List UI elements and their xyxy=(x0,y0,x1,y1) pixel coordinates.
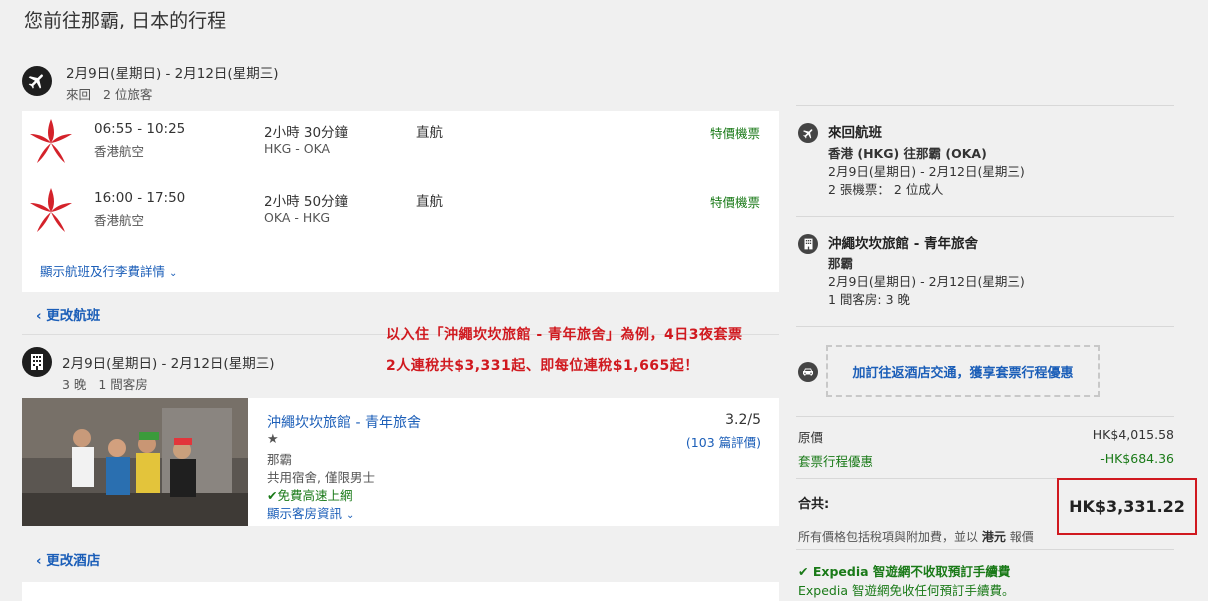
flight-dates: 2月9日(星期日) - 2月12日(星期三) xyxy=(66,66,279,82)
change-flight-label: 更改航班 xyxy=(46,308,101,324)
total-price: HK$3,331.22 xyxy=(1069,497,1185,516)
room-info-label: 顯示客房資訊 xyxy=(267,506,343,521)
divider xyxy=(796,216,1174,217)
chevron-left-icon: ‹ xyxy=(36,553,42,569)
original-price-value: HK$4,015.58 xyxy=(1092,427,1174,442)
flight-stops: 直航 xyxy=(416,194,443,210)
flight-route: HKG - OKA xyxy=(264,141,331,156)
total-label: 合共: xyxy=(798,497,830,512)
car-icon xyxy=(798,362,818,382)
sidebar-flight-tickets: 2 張機票： 2 位成人 xyxy=(828,182,944,197)
room-info-link[interactable]: 顯示客房資訊 ⌄ xyxy=(267,503,354,522)
hotel-photo[interactable] xyxy=(22,398,248,526)
next-card-edge xyxy=(22,582,779,601)
sidebar-flight-route: 香港 (HKG) 往那霸 (OKA) xyxy=(828,146,987,161)
hong-kong-airlines-logo xyxy=(30,119,72,163)
tax-note-text: 所有價格包括稅項與附加費，並以 xyxy=(798,530,979,544)
original-price-row: 原價 HK$4,015.58 xyxy=(798,427,1174,446)
airline-name: 香港航空 xyxy=(94,213,145,228)
currency-label: 港元 xyxy=(981,530,1006,544)
divider xyxy=(796,549,1174,550)
flight-row[interactable]: 16:00 - 17:50 香港航空 2小時 50分鐘 OKA - HKG 直航… xyxy=(22,186,778,246)
hotel-building-icon xyxy=(798,234,818,254)
hotel-dates: 2月9日(星期日) - 2月12日(星期三) xyxy=(62,356,275,372)
divider xyxy=(796,326,1174,327)
flight-summary: 來回 2 位旅客 xyxy=(66,84,152,103)
guest-rating: 3.2/5 xyxy=(725,412,761,428)
traveler-count: 2 位旅客 xyxy=(102,87,153,102)
discount-label: 套票行程優惠 xyxy=(798,454,874,469)
hotel-building-icon xyxy=(22,347,52,377)
deal-badge: 特價機票 xyxy=(709,195,760,210)
wifi-label: 免費高速上網 xyxy=(277,488,353,503)
flight-stops: 直航 xyxy=(416,125,443,141)
sidebar-hotel-title: 沖繩坎坎旅館 - 青年旅舍 xyxy=(828,236,979,252)
room-type: 共用宿舍, 僅限男士 xyxy=(267,470,375,485)
no-fee-note: Expedia 智遊網免收任何預訂手續費。 xyxy=(798,583,1015,598)
sidebar-flight-title: 來回航班 xyxy=(828,125,882,141)
flight-time: 16:00 - 17:50 xyxy=(94,190,186,206)
page-title: 您前往那霸, 日本的行程 xyxy=(24,10,227,32)
sidebar-hotel-city: 那霸 xyxy=(828,256,854,271)
divider xyxy=(796,105,1174,106)
flight-duration: 2小時 50分鐘 xyxy=(264,194,349,210)
airplane-icon xyxy=(22,66,52,96)
reviews-link[interactable]: (103 篇評價) xyxy=(686,432,761,451)
divider xyxy=(796,416,1174,417)
flight-time: 06:55 - 10:25 xyxy=(94,121,186,137)
airline-name: 香港航空 xyxy=(94,144,145,159)
deal-badge: 特價機票 xyxy=(709,126,760,141)
flight-details-label: 顯示航班及行李費詳情 xyxy=(40,264,166,279)
add-transfer-button[interactable]: 加訂往返酒店交通，獲享套票行程優惠 xyxy=(826,345,1100,397)
flight-row[interactable]: 06:55 - 10:25 香港航空 2小時 30分鐘 HKG - OKA 直航… xyxy=(22,117,778,177)
add-transfer-label: 加訂往返酒店交通，獲享套票行程優惠 xyxy=(852,365,1074,381)
tax-note-end: 報價 xyxy=(1009,530,1034,544)
chevron-down-icon: ⌄ xyxy=(346,510,355,521)
change-hotel-label: 更改酒店 xyxy=(46,553,101,569)
change-flight-button[interactable]: ‹ 更改航班 xyxy=(36,304,100,324)
tax-note: 所有價格包括稅項與附加費，並以 港元 報價 xyxy=(798,528,1034,545)
trip-type: 來回 xyxy=(66,87,92,102)
star-rating-icon: ★ xyxy=(267,432,279,447)
chevron-left-icon: ‹ xyxy=(36,308,42,324)
hotel-summary: 3 晚 1 間客房 xyxy=(62,374,148,393)
flight-card: 06:55 - 10:25 香港航空 2小時 30分鐘 HKG - OKA 直航… xyxy=(22,111,779,292)
discount-value: -HK$684.36 xyxy=(1100,451,1174,466)
total-highlight-box: HK$3,331.22 xyxy=(1057,478,1197,535)
hong-kong-airlines-logo xyxy=(30,188,72,232)
room-count: 1 間客房 xyxy=(98,377,148,392)
checkmark-icon: ✔ xyxy=(798,564,809,579)
wifi-amenity: ✔免費高速上網 xyxy=(267,485,353,504)
chevron-down-icon: ⌄ xyxy=(169,268,178,279)
flight-route: OKA - HKG xyxy=(264,210,331,225)
discount-row: 套票行程優惠 -HK$684.36 xyxy=(798,451,1174,470)
flight-details-link[interactable]: 顯示航班及行李費詳情 ⌄ xyxy=(40,261,177,280)
hotel-name-link[interactable]: 沖繩坎坎旅館 - 青年旅舍 xyxy=(267,412,421,432)
sidebar-flight-dates: 2月9日(星期日) - 2月12日(星期三) xyxy=(828,164,1025,179)
hotel-card: 沖繩坎坎旅館 - 青年旅舍 ★ 那霸 共用宿舍, 僅限男士 ✔免費高速上網 顯示… xyxy=(22,398,779,526)
no-fee-title: ✔ Expedia 智遊網不收取預訂手續費 xyxy=(798,561,1010,580)
night-count: 3 晚 xyxy=(62,377,87,392)
promo-line-1: 以入住「沖繩坎坎旅館 - 青年旅舍」為例，4日3夜套票 xyxy=(386,327,743,343)
checkmark-icon: ✔ xyxy=(267,488,278,503)
promo-line-2: 2人連稅共$3,331起、即每位連稅$1,665起！ xyxy=(386,358,699,374)
flight-duration: 2小時 30分鐘 xyxy=(264,125,349,141)
airplane-icon xyxy=(798,123,818,143)
original-price-label: 原價 xyxy=(798,430,824,445)
sidebar-hotel-dates: 2月9日(星期日) - 2月12日(星期三) xyxy=(828,274,1025,289)
hotel-city: 那霸 xyxy=(267,452,293,467)
no-fee-title-text: Expedia 智遊網不收取預訂手續費 xyxy=(812,564,1011,579)
sidebar-hotel-rooms: 1 間客房: 3 晚 xyxy=(828,292,911,307)
change-hotel-button[interactable]: ‹ 更改酒店 xyxy=(36,549,100,569)
